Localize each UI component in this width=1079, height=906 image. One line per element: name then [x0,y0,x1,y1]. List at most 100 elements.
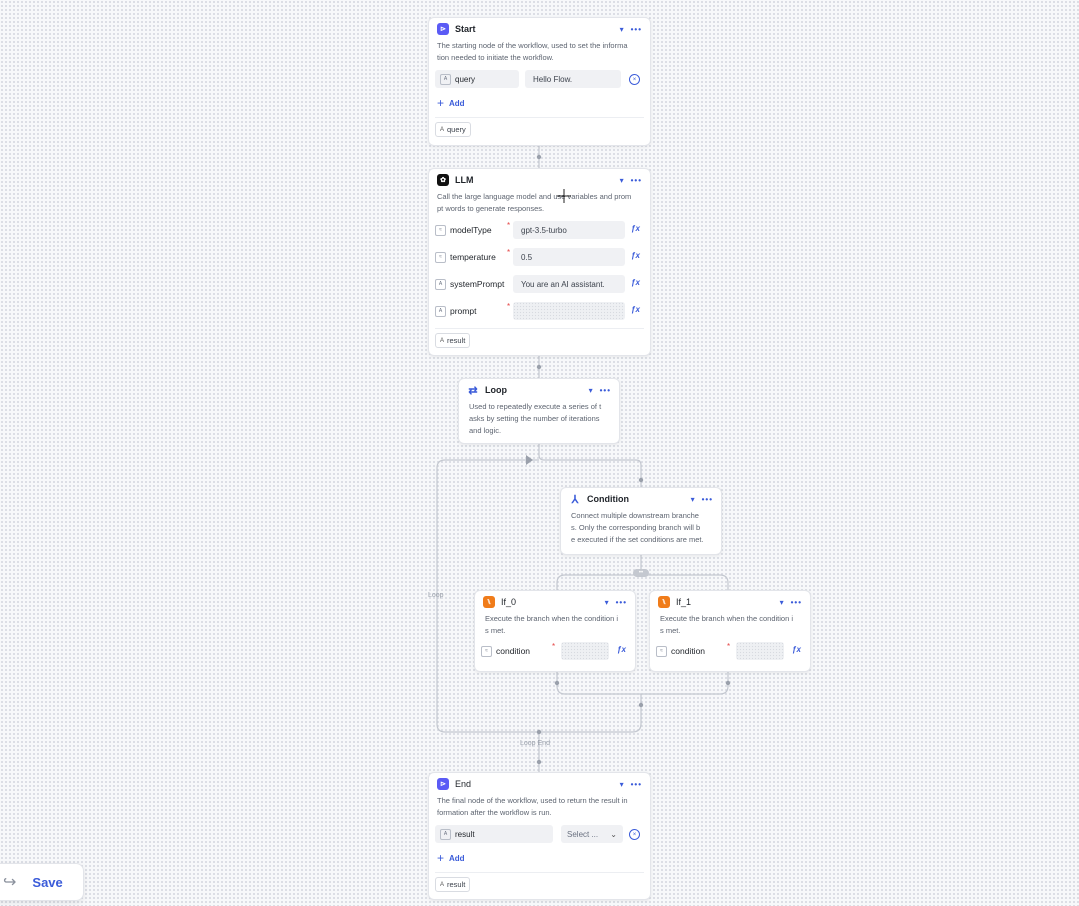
string-type-icon: A [440,881,445,888]
more-options-icon[interactable]: ••• [616,598,627,607]
more-options-icon[interactable]: ••• [702,495,713,504]
collapse-chevron-icon[interactable]: ▾ [691,495,695,504]
temperature-input[interactable]: 0.5 [513,248,625,266]
string-type-icon: ≈ [435,224,446,236]
more-options-icon[interactable]: ••• [600,386,611,395]
start-variable-value-input[interactable]: Hello Flow. [525,70,621,88]
param-label: condition [496,646,531,656]
add-branch-button[interactable]: •• [633,569,649,577]
string-type-icon: A [440,126,445,133]
start-node-header[interactable]: ⊳ Start ▾ ••• [429,18,650,40]
end-node-header[interactable]: ⊳ End ▾ ••• [429,773,650,795]
condition-node-header[interactable]: ⅄ Condition ▾ ••• [561,488,721,510]
string-type-icon: A [440,828,451,840]
start-node-description: The starting node of the workflow, used … [437,41,628,62]
end-variable-name[interactable]: A result [435,825,553,843]
collapse-chevron-icon[interactable]: ▾ [780,598,784,607]
llm-node-title: LLM [455,175,474,185]
llm-node-header[interactable]: ✿ LLM ▾ ••• [429,169,650,191]
start-icon: ⊳ [437,23,449,35]
if0-condition-input[interactable] [561,642,609,660]
save-button[interactable]: Save [32,875,62,890]
if0-node-header[interactable]: ⑊ If_0 ▾ ••• [475,591,635,613]
start-output-tag: A query [435,122,471,137]
condition-icon: ⅄ [569,493,581,506]
end-variable-select[interactable]: Select ... ⌄ [561,825,623,843]
condition-node-description: Connect multiple downstream branche s. O… [571,511,704,544]
if0-node-description: Execute the branch when the condition i … [485,614,619,635]
remove-variable-icon[interactable]: × [629,829,640,840]
function-icon[interactable]: ƒx [631,224,640,233]
end-node-title: End [455,779,472,789]
collapse-chevron-icon[interactable]: ▾ [589,386,593,395]
boolean-type-icon: ≈ [481,645,492,657]
openai-icon: ✿ [437,174,449,186]
loop-node[interactable]: ⇄ Loop ▾ ••• Used to repeatedly execute … [458,378,620,444]
plus-icon: + [437,96,445,110]
loop-end-label: Loop End [520,740,550,747]
end-output-tag: A result [435,877,471,892]
function-icon[interactable]: ƒx [617,645,626,654]
collapse-chevron-icon[interactable]: ▾ [620,176,624,185]
if1-node[interactable]: ⑊ If_1 ▾ ••• Execute the branch when the… [649,590,811,672]
if1-node-title: If_1 [676,597,692,607]
system-prompt-input[interactable]: You are an AI assistant. [513,275,625,293]
number-type-icon: ≈ [435,251,446,263]
add-variable-button[interactable]: + Add [429,850,650,866]
function-icon[interactable]: ƒx [631,305,640,314]
save-toolbar: ↪ Save [0,863,84,901]
required-marker: * [507,221,511,230]
if0-param-row: ≈ condition * ƒx [475,640,635,662]
if1-param-row: ≈ condition * ƒx [650,640,810,662]
more-options-icon[interactable]: ••• [791,598,802,607]
string-type-icon: A [440,73,451,85]
loop-node-header[interactable]: ⇄ Loop ▾ ••• [459,379,619,401]
branch-icon: ⑊ [658,596,670,608]
model-type-input[interactable]: gpt-3.5-turbo [513,221,625,239]
more-options-icon[interactable]: ••• [631,780,642,789]
if1-node-description: Execute the branch when the condition i … [660,614,794,635]
required-marker: * [727,642,731,651]
loop-node-title: Loop [485,385,507,395]
string-type-icon: A [440,337,445,344]
more-options-icon[interactable]: ••• [631,25,642,34]
if1-condition-input[interactable] [736,642,784,660]
llm-output-tag: A result [435,333,471,348]
redo-icon[interactable]: ↪ [3,872,16,892]
end-node[interactable]: ⊳ End ▾ ••• The final node of the workfl… [428,772,651,900]
plus-icon: + [437,851,445,865]
llm-param-row: ≈ modelType * gpt-3.5-turbo ƒx [429,219,650,241]
required-marker: * [552,642,556,651]
if0-node[interactable]: ⑊ If_0 ▾ ••• Execute the branch when the… [474,590,636,672]
start-variable-name[interactable]: A query [435,70,519,88]
start-node[interactable]: ⊳ Start ▾ ••• The starting node of the w… [428,17,651,146]
loop-label: Loop [428,592,444,599]
branch-icon: ⑊ [483,596,495,608]
chevron-down-icon: ⌄ [610,829,617,839]
loop-node-description: Used to repeatedly execute a series of t… [469,402,602,435]
param-label: condition [671,646,706,656]
llm-node[interactable]: ✿ LLM ▾ ••• Call the large language mode… [428,168,651,356]
collapse-chevron-icon[interactable]: ▾ [620,780,624,789]
required-marker: * [507,248,511,257]
llm-param-row: A systemPrompt You are an AI assistant. … [429,273,650,295]
function-icon[interactable]: ƒx [792,645,801,654]
if1-node-header[interactable]: ⑊ If_1 ▾ ••• [650,591,810,613]
collapse-chevron-icon[interactable]: ▾ [620,25,624,34]
function-icon[interactable]: ƒx [631,251,640,260]
prompt-input[interactable] [513,302,625,320]
loop-icon: ⇄ [467,384,479,397]
condition-node[interactable]: ⅄ Condition ▾ ••• Connect multiple downs… [560,487,722,555]
more-options-icon[interactable]: ••• [631,176,642,185]
required-marker: * [507,302,511,311]
collapse-chevron-icon[interactable]: ▾ [605,598,609,607]
remove-variable-icon[interactable]: × [629,74,640,85]
add-variable-button[interactable]: + Add [429,95,650,111]
param-label: prompt [450,306,477,316]
llm-param-row: ≈ temperature * 0.5 ƒx [429,246,650,268]
boolean-type-icon: ≈ [656,645,667,657]
string-type-icon: A [435,278,446,290]
function-icon[interactable]: ƒx [631,278,640,287]
end-node-description: The final node of the workflow, used to … [437,796,628,817]
string-type-icon: A [435,305,446,317]
